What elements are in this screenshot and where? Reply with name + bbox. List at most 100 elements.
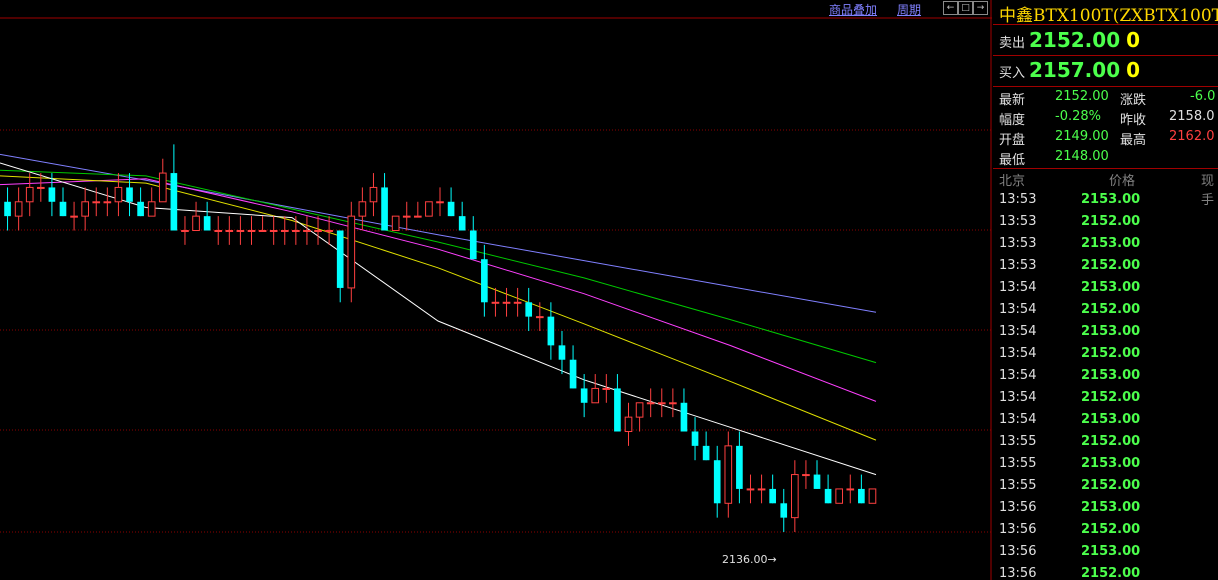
change-value: -6.0 <box>1190 89 1216 104</box>
candle-body <box>114 186 123 203</box>
tick-row[interactable]: 13:56 2153.00 <box>993 544 1218 566</box>
tick-row[interactable]: 13:56 2153.00 <box>993 500 1218 522</box>
tick-row[interactable]: 13:53 2153.00 <box>993 236 1218 258</box>
candle-body <box>391 215 400 231</box>
moving-average-line <box>0 178 877 402</box>
scroll-right-button[interactable]: → <box>973 1 988 15</box>
sell-volume: 0 <box>1126 28 1141 52</box>
moving-average-line <box>0 153 877 313</box>
change-label: 涨跌 <box>1120 93 1147 108</box>
moving-average-line <box>0 162 877 476</box>
tick-row[interactable]: 13:56 2152.00 <box>993 522 1218 544</box>
kline-chart-area[interactable]: 商品叠加 周期 ← □ → 2136.00→ <box>0 0 992 580</box>
tick-price: 2153.00 <box>1081 192 1141 207</box>
tick-price: 2152.00 <box>1081 214 1141 229</box>
candle-body <box>691 431 699 446</box>
tick-price: 2153.00 <box>1081 368 1141 383</box>
tick-row[interactable]: 13:53 2153.00 <box>993 192 1218 214</box>
candle-body <box>203 216 211 231</box>
candle-body <box>835 488 844 504</box>
tick-price: 2153.00 <box>1081 456 1141 471</box>
moving-average-line <box>0 175 877 441</box>
candle-body <box>569 359 577 389</box>
tick-row[interactable]: 13:54 2153.00 <box>993 368 1218 390</box>
tick-row[interactable]: 13:53 2152.00 <box>993 214 1218 236</box>
period-link[interactable]: 周期 <box>897 1 921 18</box>
tick-time: 13:55 <box>999 478 1037 493</box>
tick-time: 13:54 <box>999 368 1037 383</box>
candle-body <box>757 488 766 491</box>
candle-body <box>314 230 322 232</box>
candle-body <box>646 402 655 405</box>
candle-body <box>381 187 388 231</box>
candle-body <box>635 402 644 418</box>
tick-price: 2153.00 <box>1081 412 1141 427</box>
open-value: 2149.00 <box>1055 129 1109 144</box>
tick-row[interactable]: 13:54 2153.00 <box>993 280 1218 302</box>
candle-body <box>481 259 488 303</box>
candle-body <box>614 388 621 432</box>
tick-row[interactable]: 13:55 2153.00 <box>993 456 1218 478</box>
scroll-left-button[interactable]: ← <box>943 1 958 15</box>
candle-body <box>580 388 588 403</box>
tick-row[interactable]: 13:56 2152.00 <box>993 566 1218 580</box>
range-label: 幅度 <box>999 113 1026 128</box>
tick-time: 13:54 <box>999 324 1037 339</box>
prevclose-label: 昨收 <box>1120 113 1147 128</box>
buy-row[interactable]: 买入 2157.00 0 <box>999 58 1140 82</box>
candle-body <box>502 301 511 304</box>
candle-body <box>181 230 189 232</box>
tick-time: 13:55 <box>999 434 1037 449</box>
tick-row[interactable]: 13:53 2152.00 <box>993 258 1218 280</box>
latest-label: 最新 <box>999 93 1026 108</box>
buy-label: 买入 <box>999 66 1026 81</box>
candle-body <box>402 215 411 218</box>
tick-price: 2152.00 <box>1081 302 1141 317</box>
candle-body <box>369 186 378 203</box>
ticks-header-price: 价格 <box>1109 174 1136 189</box>
tick-row[interactable]: 13:54 2153.00 <box>993 412 1218 434</box>
candle-body <box>724 445 733 504</box>
latest-value: 2152.00 <box>1055 89 1109 104</box>
candlestick-chart[interactable] <box>0 0 992 580</box>
tick-row[interactable]: 13:54 2152.00 <box>993 390 1218 412</box>
candle-body <box>591 387 600 404</box>
tick-time: 13:54 <box>999 280 1037 295</box>
tick-time: 13:54 <box>999 412 1037 427</box>
candle-body <box>547 316 555 346</box>
candle-body <box>14 201 23 217</box>
candle-body <box>4 201 11 217</box>
reset-view-button[interactable]: □ <box>958 1 973 15</box>
tick-time: 13:55 <box>999 456 1037 471</box>
candle-body <box>137 201 144 217</box>
low-value: 2148.00 <box>1055 149 1109 164</box>
candle-body <box>269 230 278 232</box>
candle-body <box>303 230 311 232</box>
candle-body <box>214 230 223 232</box>
tick-row[interactable]: 13:55 2152.00 <box>993 434 1218 456</box>
tick-price: 2153.00 <box>1081 500 1141 515</box>
tick-time: 13:56 <box>999 544 1037 559</box>
tick-row[interactable]: 13:54 2153.00 <box>993 324 1218 346</box>
tick-price: 2152.00 <box>1081 434 1141 449</box>
tick-time: 13:54 <box>999 302 1037 317</box>
tick-time: 13:56 <box>999 522 1037 537</box>
tick-price: 2152.00 <box>1081 346 1141 361</box>
candle-body <box>170 173 178 231</box>
candle-body <box>702 445 710 461</box>
candle-body <box>70 215 78 218</box>
tick-price: 2153.00 <box>1081 280 1141 295</box>
buy-price: 2157.00 <box>1029 58 1121 82</box>
tick-time: 13:56 <box>999 500 1037 515</box>
tick-price: 2152.00 <box>1081 258 1141 273</box>
tick-row[interactable]: 13:55 2152.00 <box>993 478 1218 500</box>
tick-row[interactable]: 13:54 2152.00 <box>993 302 1218 324</box>
overlay-commodity-link[interactable]: 商品叠加 <box>829 1 877 18</box>
candle-body <box>280 230 289 232</box>
candle-body <box>81 201 89 217</box>
sell-row[interactable]: 卖出 2152.00 0 <box>999 28 1140 52</box>
candle-body <box>469 230 477 260</box>
candle-body <box>736 445 743 489</box>
tick-row[interactable]: 13:54 2152.00 <box>993 346 1218 368</box>
candle-body <box>813 474 821 489</box>
